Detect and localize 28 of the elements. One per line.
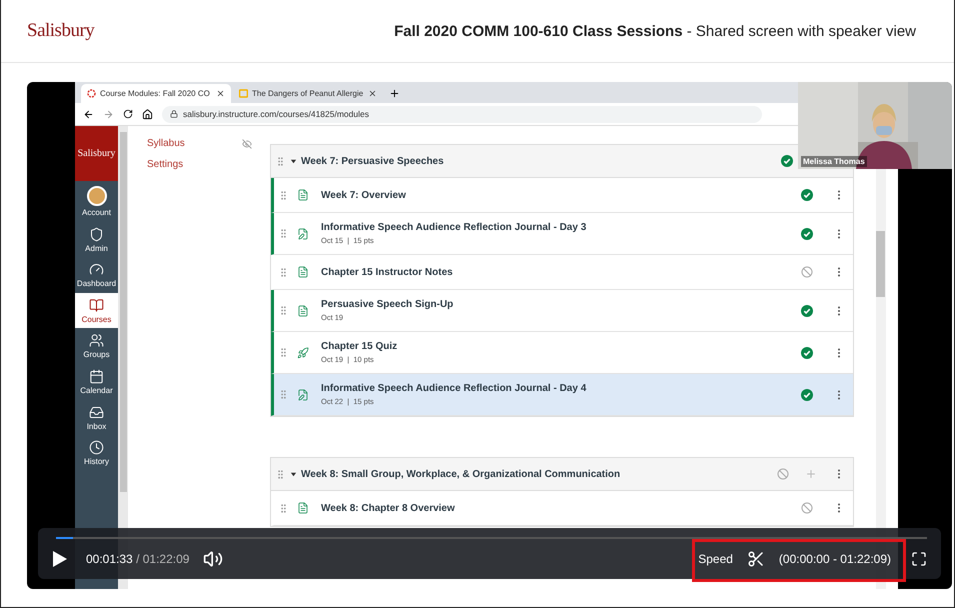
playback-time: 00:01:33 / 01:22:09 [86,552,190,566]
course-nav-link[interactable]: Settings [147,159,184,170]
nav-item[interactable]: Inbox [75,400,118,436]
nav-item[interactable]: Admin [75,222,118,258]
nav-item[interactable]: Dashboard [75,257,118,293]
recording-title: Fall 2020 COMM 100-610 Class Sessions - Shared screen with speaker view [394,22,916,40]
canvas-logo[interactable]: Salisbury [75,126,118,181]
module-item[interactable]: Week 7: Overview [271,178,853,213]
browser-tab[interactable]: The Dangers of Peanut Allergie [233,84,383,103]
item-title[interactable]: Week 8: Chapter 8 Overview [321,502,793,514]
item-title[interactable]: Persuasive Speech Sign-Up [321,299,793,310]
item-title[interactable]: Chapter 15 Quiz [321,341,793,352]
speed-button[interactable]: Speed [698,552,733,566]
course-nav-link[interactable]: Syllabus [147,138,185,149]
nav-item[interactable]: Courses [75,292,118,328]
item-title[interactable]: Week 7: Overview [321,190,793,200]
module-header[interactable]: Week 8: Small Group, Workplace, & Organizational Communication [271,458,853,491]
item-title[interactable]: Informative Speech Audience Reflection Journal - Day 3 [321,222,793,233]
item-title[interactable]: Chapter 15 Instructor Notes [321,266,793,278]
nav-item[interactable]: Groups [75,328,118,364]
nav-item[interactable]: History [75,435,118,471]
nav-item[interactable]: Calendar [75,364,118,400]
nav-item[interactable]: Account [75,181,118,222]
clip-range: (00:00:00 - 01:22:09) [778,552,891,566]
university-logo: Salisbury [27,20,94,42]
address-bar[interactable]: salisbury.instructure.com/courses/41825/modules [162,106,762,122]
browser-tab[interactable]: Course Modules: Fall 2020 CO [81,84,231,103]
item-title[interactable]: Informative Speech Audience Reflection Journal - Day 4 [321,383,793,394]
